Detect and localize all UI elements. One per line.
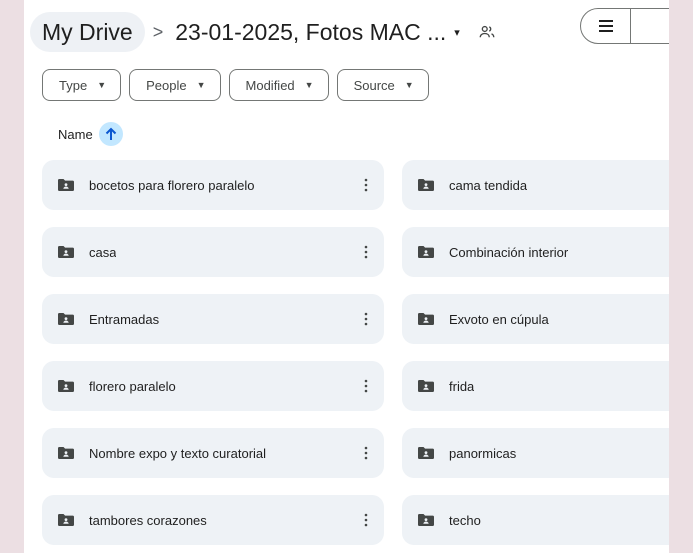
folder-name: casa bbox=[89, 244, 117, 260]
shared-folder-icon bbox=[417, 379, 435, 393]
list-view-icon bbox=[598, 20, 613, 32]
shared-folder-icon bbox=[417, 446, 435, 460]
modified-filter[interactable]: Modified ▼ bbox=[228, 69, 329, 101]
more-vert-icon[interactable] bbox=[362, 443, 370, 463]
folder-menu-caret-icon[interactable]: ▾ bbox=[454, 26, 460, 39]
sort-by-name-label[interactable]: Name bbox=[58, 127, 93, 142]
folder-name: frida bbox=[449, 378, 475, 394]
caret-down-icon: ▼ bbox=[304, 80, 314, 90]
folder-card[interactable]: Entramadas bbox=[42, 294, 384, 344]
breadcrumb-separator: > bbox=[152, 21, 164, 42]
people-icon[interactable] bbox=[476, 21, 498, 43]
more-vert-icon[interactable] bbox=[362, 242, 370, 262]
more-vert-icon[interactable] bbox=[362, 175, 370, 195]
folder-card[interactable]: techo bbox=[402, 495, 669, 545]
type-filter-label: Type bbox=[59, 77, 88, 93]
shared-folder-icon bbox=[417, 513, 435, 527]
folder-name: florero paralelo bbox=[89, 378, 176, 394]
modified-filter-label: Modified bbox=[245, 77, 295, 93]
type-filter[interactable]: Type ▼ bbox=[42, 69, 122, 101]
folder-name: bocetos para florero paralelo bbox=[89, 177, 255, 193]
breadcrumb-current-folder[interactable]: 23-01-2025, Fotos MAC ... bbox=[175, 19, 446, 46]
folder-card[interactable]: Nombre expo y texto curatorial bbox=[42, 428, 384, 478]
view-toggle bbox=[580, 8, 669, 44]
source-filter-label: Source bbox=[353, 77, 395, 93]
people-filter-label: People bbox=[146, 77, 187, 93]
more-vert-icon[interactable] bbox=[362, 309, 370, 329]
more-vert-icon[interactable] bbox=[362, 376, 370, 396]
shared-folder-icon bbox=[417, 245, 435, 259]
list-view-button[interactable] bbox=[581, 9, 631, 43]
folder-name: tambores corazones bbox=[89, 512, 207, 528]
drive-panel: My Drive > 23-01-2025, Fotos MAC ... ▾ T… bbox=[24, 0, 669, 553]
shared-folder-icon bbox=[417, 178, 435, 192]
sort-row: Name bbox=[58, 122, 123, 146]
folder-name: Entramadas bbox=[89, 311, 160, 327]
folder-card[interactable]: Combinación interior bbox=[402, 227, 669, 277]
people-filter[interactable]: People ▼ bbox=[129, 69, 221, 101]
shared-folder-icon bbox=[417, 312, 435, 326]
folder-card[interactable]: casa bbox=[42, 227, 384, 277]
folder-name: Nombre expo y texto curatorial bbox=[89, 445, 267, 461]
shared-folder-icon bbox=[57, 178, 75, 192]
caret-down-icon: ▼ bbox=[97, 80, 107, 90]
source-filter[interactable]: Source ▼ bbox=[336, 69, 429, 101]
shared-folder-icon bbox=[57, 379, 75, 393]
caret-down-icon: ▼ bbox=[196, 80, 206, 90]
folder-card[interactable]: frida bbox=[402, 361, 669, 411]
breadcrumb-my-drive[interactable]: My Drive bbox=[30, 12, 145, 52]
shared-folder-icon bbox=[57, 312, 75, 326]
folder-name: cama tendida bbox=[449, 177, 528, 193]
folder-card[interactable]: panormicas bbox=[402, 428, 669, 478]
arrow-up-icon bbox=[105, 127, 116, 140]
folder-name: panormicas bbox=[449, 445, 517, 461]
caret-down-icon: ▼ bbox=[404, 80, 414, 90]
shared-folder-icon bbox=[57, 446, 75, 460]
filter-chips: Type ▼ People ▼ Modified ▼ Source ▼ bbox=[42, 69, 429, 101]
folder-name: Combinación interior bbox=[449, 244, 569, 260]
breadcrumb: My Drive > 23-01-2025, Fotos MAC ... ▾ bbox=[24, 6, 669, 58]
folder-name: Exvoto en cúpula bbox=[449, 311, 549, 327]
shared-folder-icon bbox=[57, 513, 75, 527]
shared-folder-icon bbox=[57, 245, 75, 259]
folder-card[interactable]: cama tendida bbox=[402, 160, 669, 210]
folder-card[interactable]: bocetos para florero paralelo bbox=[42, 160, 384, 210]
folder-card[interactable]: Exvoto en cúpula bbox=[402, 294, 669, 344]
folder-card[interactable]: florero paralelo bbox=[42, 361, 384, 411]
sort-direction-button[interactable] bbox=[98, 122, 123, 146]
folder-name: techo bbox=[449, 512, 481, 528]
more-vert-icon[interactable] bbox=[362, 510, 370, 530]
folder-card[interactable]: tambores corazones bbox=[42, 495, 384, 545]
